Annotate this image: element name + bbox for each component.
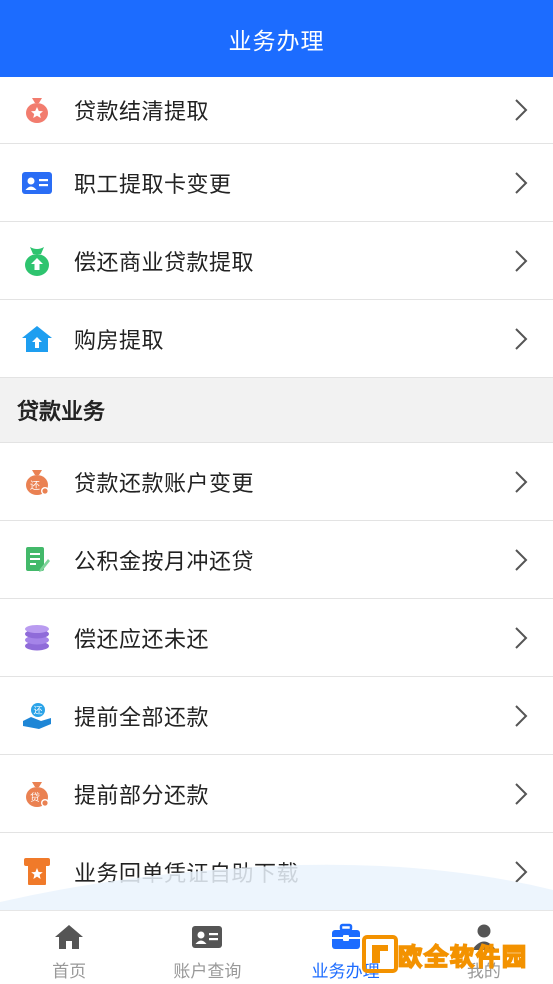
document-pen-icon — [19, 542, 55, 578]
tab-label: 首页 — [52, 962, 87, 982]
money-bag-star-icon — [19, 92, 55, 128]
list-item-label: 购房提取 — [74, 328, 165, 354]
list-item-label: 贷款还款账户变更 — [74, 471, 255, 497]
list-item-house-purchase-withdraw[interactable]: 购房提取 — [0, 300, 553, 378]
list-item-label: 贷款结清提取 — [74, 100, 210, 125]
svg-text:贷: 贷 — [30, 791, 40, 804]
svg-text:还: 还 — [30, 480, 40, 492]
list-item-label: 提前部分还款 — [74, 783, 210, 809]
list-item-label: 业务回单凭证自助下载 — [74, 861, 300, 887]
home-icon — [53, 923, 85, 951]
list-item-repay-account-change[interactable]: 还 贷款还款账户变更 — [0, 443, 553, 521]
chevron-right-icon — [511, 96, 531, 124]
list-item-overdue-repay[interactable]: 偿还应还未还 — [0, 599, 553, 677]
coin-stack-icon — [19, 620, 55, 656]
chevron-right-icon — [511, 247, 531, 275]
list-item-monthly-offset-repay[interactable]: 公积金按月冲还贷 — [0, 521, 553, 599]
list-item-label: 公积金按月冲还贷 — [74, 549, 255, 575]
chevron-right-icon — [511, 325, 531, 353]
list-item-loan-settle-withdraw[interactable]: 贷款结清提取 — [0, 77, 553, 144]
account-card-icon — [191, 923, 223, 951]
list-item-label: 偿还应还未还 — [74, 627, 210, 653]
list-item-partial-prepayment[interactable]: 贷 提前部分还款 — [0, 755, 553, 833]
chevron-right-icon — [511, 468, 531, 496]
loan-bag-icon: 贷 — [19, 776, 55, 812]
watermark: 欧全软件园 — [362, 930, 546, 978]
tab-label: 账户查询 — [173, 962, 242, 982]
list-item-label: 偿还商业贷款提取 — [74, 250, 255, 276]
chevron-right-icon — [511, 169, 531, 197]
tab-home[interactable]: 首页 — [0, 911, 138, 984]
section-title: 贷款业务 — [17, 400, 106, 425]
watermark-logo-icon — [362, 935, 398, 973]
tab-account-query[interactable]: 账户查询 — [138, 911, 276, 984]
list-item-commercial-loan-withdraw[interactable]: 偿还商业贷款提取 — [0, 222, 553, 300]
repay-bag-icon: 还 — [19, 464, 55, 500]
watermark-text: 欧全软件园 — [397, 942, 528, 972]
chevron-right-icon — [511, 624, 531, 652]
hand-coin-icon: 还 — [19, 698, 55, 734]
chevron-right-icon — [511, 780, 531, 808]
list-item-label: 提前全部还款 — [74, 705, 210, 731]
top-bar: 业务办理 — [0, 0, 553, 77]
chevron-right-icon — [511, 702, 531, 730]
business-list[interactable]: 贷款结清提取 职工提取卡变更 偿还商业贷款提取 购房提取 贷款业务 还 贷款还款… — [0, 77, 553, 910]
house-up-icon — [19, 321, 55, 357]
chevron-right-icon — [511, 546, 531, 574]
list-item-card-change[interactable]: 职工提取卡变更 — [0, 144, 553, 222]
page-title: 业务办理 — [228, 28, 325, 55]
list-item-label: 职工提取卡变更 — [74, 172, 232, 198]
id-card-icon — [19, 165, 55, 201]
green-money-bag-icon — [19, 243, 55, 279]
section-header-loan-business: 贷款业务 — [0, 378, 553, 443]
briefcase-icon — [330, 923, 362, 951]
chevron-right-icon — [511, 858, 531, 886]
receipt-download-icon — [19, 854, 55, 890]
list-item-receipt-download[interactable]: 业务回单凭证自助下载 — [0, 833, 553, 910]
svg-text:还: 还 — [33, 704, 42, 716]
list-item-full-prepayment[interactable]: 还 提前全部还款 — [0, 677, 553, 755]
